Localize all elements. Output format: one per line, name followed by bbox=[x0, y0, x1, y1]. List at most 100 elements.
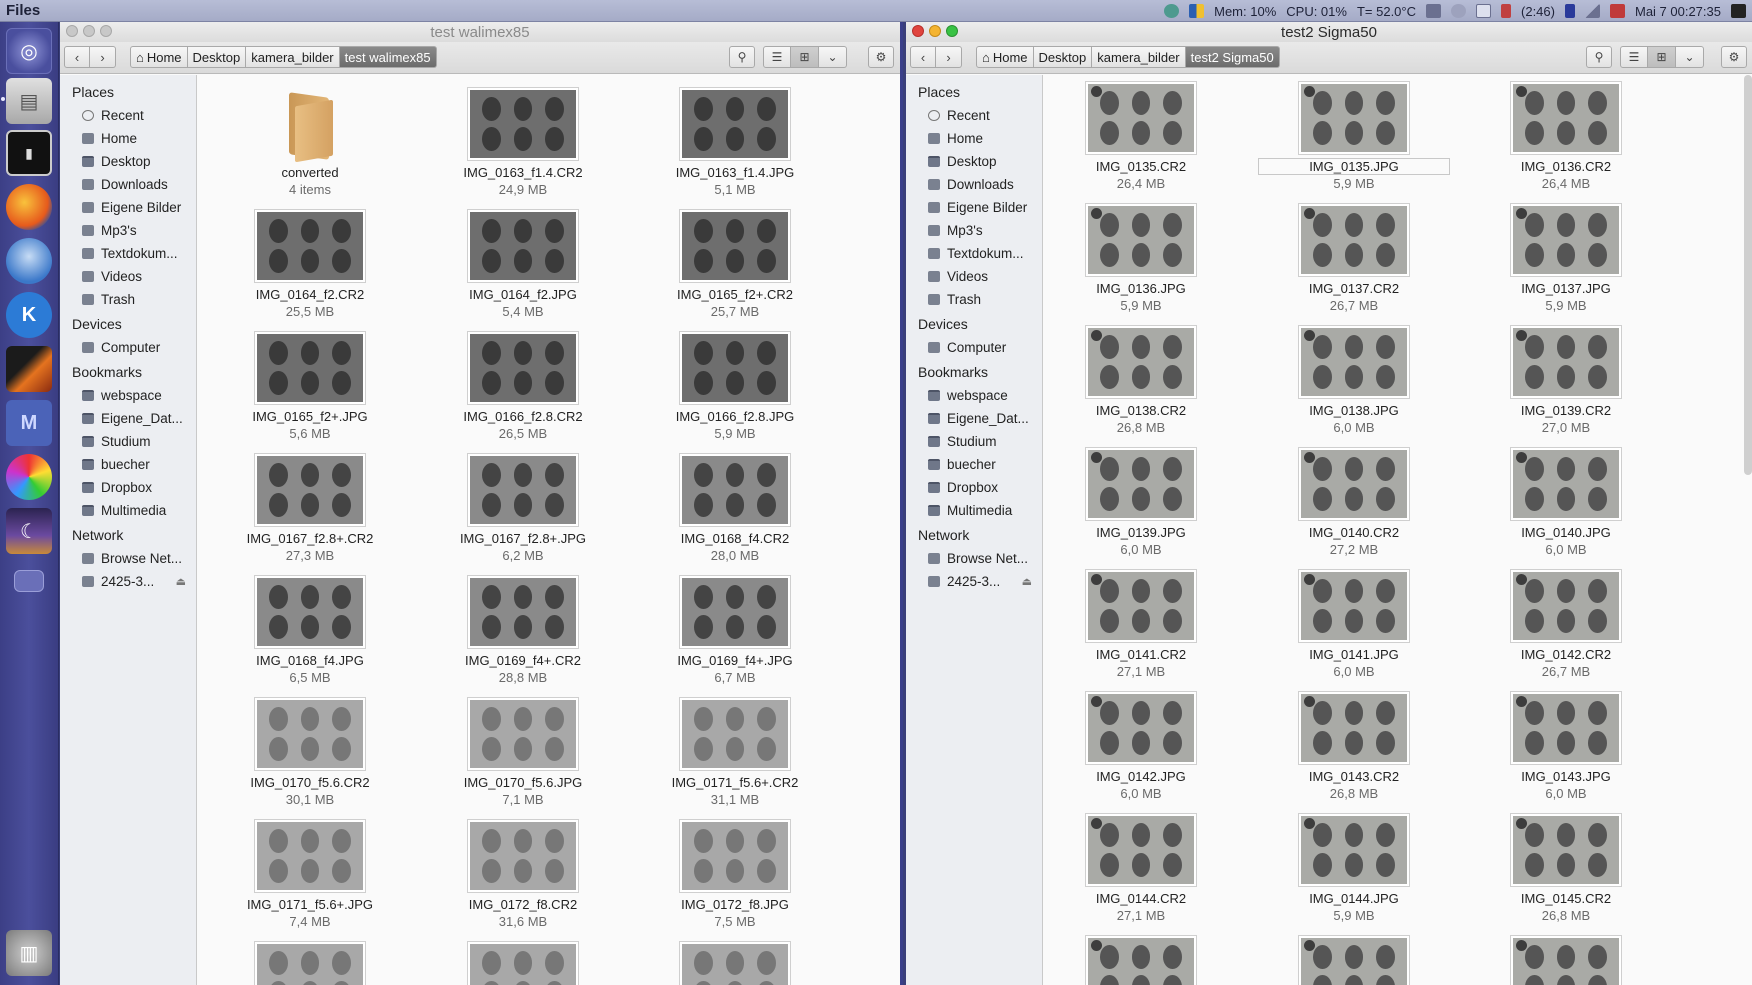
sidebar-item[interactable]: Home bbox=[60, 127, 196, 150]
sidebar-item[interactable]: Multimedia bbox=[60, 499, 196, 522]
kde-icon[interactable]: K bbox=[6, 292, 52, 338]
window-switch-icon[interactable] bbox=[1189, 4, 1205, 18]
terminal-icon[interactable]: ▮ bbox=[6, 130, 52, 176]
file-item[interactable]: IMG_0168_f4.JPG 6,5 MB bbox=[215, 575, 405, 685]
file-item[interactable]: IMG_0169_f4+.CR2 28,8 MB bbox=[428, 575, 618, 685]
sidebar-item[interactable]: Textdokum... bbox=[906, 242, 1042, 265]
forward-button[interactable]: › bbox=[936, 46, 962, 68]
app-menu-title[interactable]: Files bbox=[0, 2, 300, 19]
eclipse-icon[interactable]: ☾ bbox=[6, 508, 52, 554]
file-item[interactable]: IMG_0167_f2.8+.CR2 27,3 MB bbox=[215, 453, 405, 563]
file-item[interactable]: IMG_0138.JPG 6,0 MB bbox=[1259, 325, 1449, 435]
file-item[interactable]: IMG_0170_f5.6.JPG 7,1 MB bbox=[428, 697, 618, 807]
breadcrumb-kamera-bilder[interactable]: kamera_bilder bbox=[246, 46, 340, 68]
workspace-switcher-icon[interactable] bbox=[14, 570, 44, 592]
list-view-button[interactable]: ☰ bbox=[763, 46, 791, 68]
sidebar-item[interactable]: Browse Net... bbox=[906, 547, 1042, 570]
file-item[interactable]: IMG_0167_f2.8+.JPG 6,2 MB bbox=[428, 453, 618, 563]
window-titlebar[interactable]: test walimex85 bbox=[60, 22, 900, 42]
file-item[interactable]: IMG_0136.CR2 26,4 MB bbox=[1471, 81, 1661, 191]
file-item[interactable]: IMG_0144.CR2 27,1 MB bbox=[1046, 813, 1236, 923]
file-item[interactable]: IMG_0135.JPG 5,9 MB bbox=[1258, 81, 1450, 191]
file-item[interactable]: IMG_0164_f2.JPG 5,4 MB bbox=[428, 209, 618, 319]
sidebar-item[interactable]: Browse Net... bbox=[60, 547, 196, 570]
clipboard-icon[interactable] bbox=[1426, 4, 1442, 18]
close-window-button[interactable] bbox=[912, 25, 924, 37]
breadcrumb-desktop[interactable]: Desktop bbox=[187, 46, 247, 68]
file-item[interactable] bbox=[428, 941, 618, 985]
view-options-button[interactable]: ⌄ bbox=[819, 46, 847, 68]
sidebar-item[interactable]: Videos bbox=[60, 265, 196, 288]
file-item[interactable]: IMG_0137.JPG 5,9 MB bbox=[1471, 203, 1661, 313]
scrollbar[interactable] bbox=[1744, 75, 1752, 475]
file-item[interactable]: IMG_0144.JPG 5,9 MB bbox=[1259, 813, 1449, 923]
sidebar-item[interactable]: buecher bbox=[60, 453, 196, 476]
breadcrumb-current[interactable]: test walimex85 bbox=[339, 46, 437, 68]
sidebar-item[interactable]: Recent bbox=[906, 104, 1042, 127]
sidebar-item[interactable]: webspace bbox=[906, 384, 1042, 407]
file-item[interactable]: IMG_0165_f2+.CR2 25,7 MB bbox=[640, 209, 830, 319]
minimize-window-button[interactable] bbox=[929, 25, 941, 37]
sidebar-item[interactable]: Dropbox bbox=[906, 476, 1042, 499]
file-item[interactable]: IMG_0171_f5.6+.JPG 7,4 MB bbox=[215, 819, 405, 929]
file-item[interactable]: IMG_0142.JPG 6,0 MB bbox=[1046, 691, 1236, 801]
signal-icon[interactable] bbox=[1584, 4, 1600, 18]
breadcrumb-desktop[interactable]: Desktop bbox=[1033, 46, 1093, 68]
sidebar-item[interactable]: Mp3's bbox=[906, 219, 1042, 242]
file-item[interactable]: IMG_0172_f8.JPG 7,5 MB bbox=[640, 819, 830, 929]
file-item[interactable]: IMG_0163_f1.4.CR2 24,9 MB bbox=[428, 87, 618, 197]
file-item[interactable]: IMG_0138.CR2 26,8 MB bbox=[1046, 325, 1236, 435]
mail-icon[interactable] bbox=[1476, 4, 1492, 18]
sidebar-item[interactable]: Desktop bbox=[906, 150, 1042, 173]
file-item[interactable]: IMG_0172_f8.CR2 31,6 MB bbox=[428, 819, 618, 929]
settings-button[interactable]: ⚙ bbox=[1721, 46, 1747, 68]
eject-icon[interactable]: ⏏ bbox=[1022, 575, 1032, 588]
window-titlebar[interactable]: test2 Sigma50 bbox=[906, 22, 1752, 42]
sidebar-item[interactable]: Desktop bbox=[60, 150, 196, 173]
minimize-window-button[interactable] bbox=[83, 25, 95, 37]
sidebar-item[interactable]: Videos bbox=[906, 265, 1042, 288]
file-item[interactable]: IMG_0165_f2+.JPG 5,6 MB bbox=[215, 331, 405, 441]
file-item[interactable] bbox=[1046, 935, 1236, 985]
file-item[interactable]: IMG_0142.CR2 26,7 MB bbox=[1471, 569, 1661, 679]
sidebar-item[interactable]: Trash bbox=[906, 288, 1042, 311]
battery-icon[interactable] bbox=[1501, 4, 1512, 18]
file-item[interactable]: IMG_0166_f2.8.CR2 26,5 MB bbox=[428, 331, 618, 441]
file-item[interactable] bbox=[215, 941, 405, 985]
file-item[interactable]: IMG_0145.CR2 26,8 MB bbox=[1471, 813, 1661, 923]
sidebar-item[interactable]: Computer bbox=[60, 336, 196, 359]
search-button[interactable]: ⚲ bbox=[1586, 46, 1612, 68]
sidebar-item[interactable]: Downloads bbox=[60, 173, 196, 196]
brightness-icon[interactable] bbox=[1451, 4, 1467, 18]
file-item[interactable]: IMG_0140.JPG 6,0 MB bbox=[1471, 447, 1661, 557]
breadcrumb-home[interactable]: ⌂ Home bbox=[976, 46, 1034, 68]
file-item[interactable]: IMG_0141.CR2 27,1 MB bbox=[1046, 569, 1236, 679]
files-icon[interactable]: ▤ bbox=[6, 78, 52, 124]
search-button[interactable]: ⚲ bbox=[729, 46, 755, 68]
maximize-window-button[interactable] bbox=[100, 25, 112, 37]
back-button[interactable]: ‹ bbox=[910, 46, 936, 68]
file-item[interactable]: IMG_0170_f5.6.CR2 30,1 MB bbox=[215, 697, 405, 807]
view-options-button[interactable]: ⌄ bbox=[1676, 46, 1704, 68]
matlab-icon[interactable] bbox=[6, 346, 52, 392]
sidebar-item[interactable]: Multimedia bbox=[906, 499, 1042, 522]
file-item[interactable] bbox=[1471, 935, 1661, 985]
folder-item[interactable]: converted 4 items bbox=[215, 87, 405, 197]
breadcrumb-current[interactable]: test2 Sigma50 bbox=[1185, 46, 1280, 68]
sidebar-item[interactable]: Textdokum... bbox=[60, 242, 196, 265]
session-icon[interactable] bbox=[1731, 4, 1746, 18]
file-item[interactable]: IMG_0169_f4+.JPG 6,7 MB bbox=[640, 575, 830, 685]
file-item[interactable] bbox=[1259, 935, 1449, 985]
file-item[interactable]: IMG_0143.CR2 26,8 MB bbox=[1259, 691, 1449, 801]
file-item[interactable]: IMG_0168_f4.CR2 28,0 MB bbox=[640, 453, 830, 563]
file-item[interactable]: IMG_0136.JPG 5,9 MB bbox=[1046, 203, 1236, 313]
sidebar-item[interactable]: Downloads bbox=[906, 173, 1042, 196]
sidebar-item[interactable]: Eigene Bilder bbox=[906, 196, 1042, 219]
volume-icon[interactable] bbox=[1609, 4, 1625, 18]
file-item[interactable]: IMG_0135.CR2 26,4 MB bbox=[1046, 81, 1236, 191]
breadcrumb-home[interactable]: ⌂ Home bbox=[130, 46, 188, 68]
clock[interactable]: Mai 7 00:27:35 bbox=[1635, 4, 1721, 19]
sidebar-item[interactable]: webspace bbox=[60, 384, 196, 407]
bluetooth-icon[interactable] bbox=[1564, 4, 1575, 18]
file-item[interactable]: IMG_0141.JPG 6,0 MB bbox=[1259, 569, 1449, 679]
